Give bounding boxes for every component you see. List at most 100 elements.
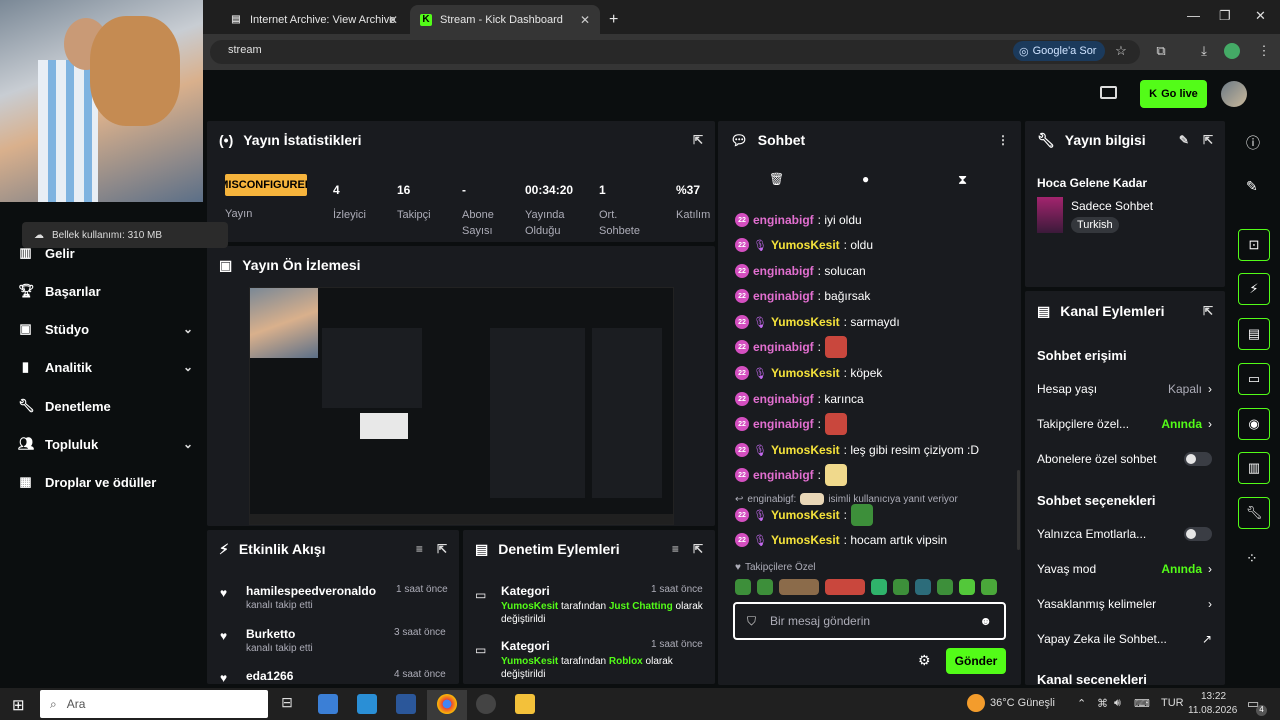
- emote-image[interactable]: [735, 579, 751, 595]
- sidebar-item-basarilar[interactable]: 🏆︎ Başarılar: [18, 280, 193, 302]
- star-icon[interactable]: ☆: [1112, 42, 1130, 60]
- language-indicator[interactable]: TUR: [1161, 697, 1184, 709]
- edit-icon[interactable]: ✎: [1179, 133, 1189, 147]
- profile-icon[interactable]: [1224, 43, 1240, 59]
- emote-image[interactable]: [915, 579, 931, 595]
- camera-icon[interactable]: [1100, 86, 1117, 99]
- chat-icon[interactable]: ▭: [1238, 363, 1270, 395]
- chat-user[interactable]: enginabigf: [753, 289, 814, 303]
- sidebar-item-studyo[interactable]: ▣ Stüdyo ⌄: [18, 318, 193, 340]
- folder-icon[interactable]: [515, 694, 535, 714]
- volume-icon[interactable]: 🔊︎: [1114, 697, 1121, 710]
- wrench-icon[interactable]: 🔧︎: [1238, 497, 1270, 529]
- filter-icon[interactable]: ≡: [416, 542, 423, 556]
- emote-image[interactable]: [981, 579, 997, 595]
- download-icon[interactable]: ⤓: [1195, 42, 1213, 60]
- taskbar-search[interactable]: ⌕ Ara: [40, 690, 268, 718]
- settings-icon[interactable]: ⚙: [918, 652, 931, 669]
- chat-input[interactable]: ⛉ Bir mesaj gönderin ☻: [733, 602, 1006, 640]
- pencil-icon[interactable]: ✎: [1246, 178, 1258, 195]
- expand-icon[interactable]: ⇱: [693, 542, 703, 556]
- avatar[interactable]: [1221, 81, 1247, 107]
- keyboard-icon[interactable]: ⌨: [1134, 697, 1150, 710]
- hourglass-icon[interactable]: ⧗: [958, 172, 967, 188]
- taskview-icon[interactable]: ⊟: [277, 694, 297, 714]
- close-window-icon[interactable]: ✕: [1255, 8, 1266, 24]
- chat-user[interactable]: enginabigf: [753, 392, 814, 406]
- chat-user[interactable]: enginabigf: [753, 417, 814, 431]
- chat-user[interactable]: YumosKesit: [771, 443, 840, 457]
- expand-icon[interactable]: ⇱: [1203, 133, 1213, 147]
- url-text[interactable]: stream: [228, 44, 262, 56]
- chat-scrollbar[interactable]: [1017, 470, 1020, 550]
- network-icon[interactable]: ⌘: [1097, 697, 1108, 710]
- expand-icon[interactable]: ⇱: [1203, 304, 1213, 318]
- sidebar-item-analitik[interactable]: ▮ Analitik ⌄: [18, 356, 193, 378]
- tab-kick-dashboard[interactable]: K Stream - Kick Dashboard ✕: [410, 5, 600, 34]
- emoji-icon[interactable]: ☻: [979, 614, 992, 628]
- clock-time[interactable]: 13:22: [1201, 691, 1226, 702]
- maximize-icon[interactable]: ❐: [1219, 8, 1231, 24]
- emote-image[interactable]: [871, 579, 887, 595]
- expand-icon[interactable]: ⇱: [437, 542, 447, 556]
- info-icon[interactable]: ⓘ: [1246, 133, 1260, 153]
- clock-date[interactable]: 11.08.2026: [1188, 705, 1237, 716]
- setting-row[interactable]: Takipçilere özel... Anında ›: [1037, 415, 1212, 433]
- apps-icon[interactable]: ⁘: [1246, 550, 1258, 567]
- chat-user[interactable]: enginabigf: [753, 468, 814, 482]
- chat-user[interactable]: YumosKesit: [771, 315, 840, 329]
- emote-image[interactable]: [959, 579, 975, 595]
- trash-icon[interactable]: 🗑︎: [769, 172, 784, 186]
- store-icon[interactable]: [318, 694, 338, 714]
- chat-user[interactable]: YumosKesit: [771, 508, 840, 522]
- sidebar-item-droplar[interactable]: ▦ Droplar ve ödüller: [18, 471, 193, 493]
- more-icon[interactable]: ⋮: [997, 133, 1009, 147]
- go-live-button[interactable]: K Go live: [1140, 80, 1207, 108]
- expand-icon[interactable]: ⇱: [693, 133, 703, 147]
- minimize-icon[interactable]: —: [1187, 8, 1200, 23]
- chat-user[interactable]: enginabigf: [753, 213, 814, 227]
- chrome-icon[interactable]: [437, 694, 457, 714]
- emote-image[interactable]: [757, 579, 773, 595]
- obs-icon[interactable]: [476, 694, 496, 714]
- menu-icon[interactable]: ⋮: [1255, 42, 1273, 60]
- chat-user[interactable]: enginabigf: [753, 264, 814, 278]
- chevron-up-icon[interactable]: ⌃: [1077, 697, 1086, 710]
- new-tab-button[interactable]: +: [605, 5, 625, 34]
- emote-image[interactable]: [825, 579, 865, 595]
- sidebar-item-topluluk[interactable]: 👥︎ Topluluk ⌄: [18, 433, 193, 455]
- chat-user[interactable]: YumosKesit: [771, 366, 840, 380]
- broadcast-icon[interactable]: ◉: [1238, 408, 1270, 440]
- extensions-icon[interactable]: ⧉: [1152, 42, 1170, 60]
- send-button[interactable]: Gönder: [946, 648, 1006, 674]
- photos-icon[interactable]: [357, 694, 377, 714]
- emote-bar[interactable]: [735, 579, 1005, 597]
- toggle-switch[interactable]: [1184, 527, 1212, 541]
- stream-preview-video[interactable]: [249, 287, 674, 525]
- tab-internet-archive[interactable]: ▤ Internet Archive: View Archive ✕: [220, 5, 408, 34]
- chat-user[interactable]: YumosKesit: [771, 238, 840, 252]
- google-sor-button[interactable]: ◎ Google'a Sor: [1013, 41, 1105, 61]
- setting-row[interactable]: Yasaklanmış kelimeler ›: [1037, 595, 1212, 613]
- scan-icon[interactable]: ⊡: [1238, 229, 1270, 261]
- weather-icon[interactable]: [967, 694, 985, 712]
- setting-row[interactable]: Yapay Zeka ile Sohbet... ↗: [1037, 630, 1212, 648]
- filter-icon[interactable]: ≡: [672, 542, 679, 556]
- chat-bubble-icon[interactable]: ●: [862, 172, 869, 186]
- layout-icon[interactable]: ▥: [1238, 452, 1270, 484]
- bolt-icon[interactable]: ⚡︎: [1238, 273, 1270, 305]
- emote-image[interactable]: [779, 579, 819, 595]
- document-icon[interactable]: ▤: [1238, 318, 1270, 350]
- toggle-switch[interactable]: [1184, 452, 1212, 466]
- emote-image[interactable]: [893, 579, 909, 595]
- close-icon[interactable]: ✕: [580, 13, 590, 27]
- sidebar-item-denetleme[interactable]: 🔧︎ Denetleme: [18, 395, 193, 417]
- emote-image[interactable]: [937, 579, 953, 595]
- weather-text[interactable]: 36°C Güneşli: [990, 697, 1055, 709]
- windows-start-icon[interactable]: ⊞: [12, 696, 25, 714]
- setting-row[interactable]: Yavaş mod Anında ›: [1037, 560, 1212, 578]
- setting-row[interactable]: Hesap yaşı Kapalı ›: [1037, 380, 1212, 398]
- chat-user[interactable]: enginabigf: [753, 340, 814, 354]
- close-icon[interactable]: ✕: [388, 13, 398, 27]
- word-icon[interactable]: [396, 694, 416, 714]
